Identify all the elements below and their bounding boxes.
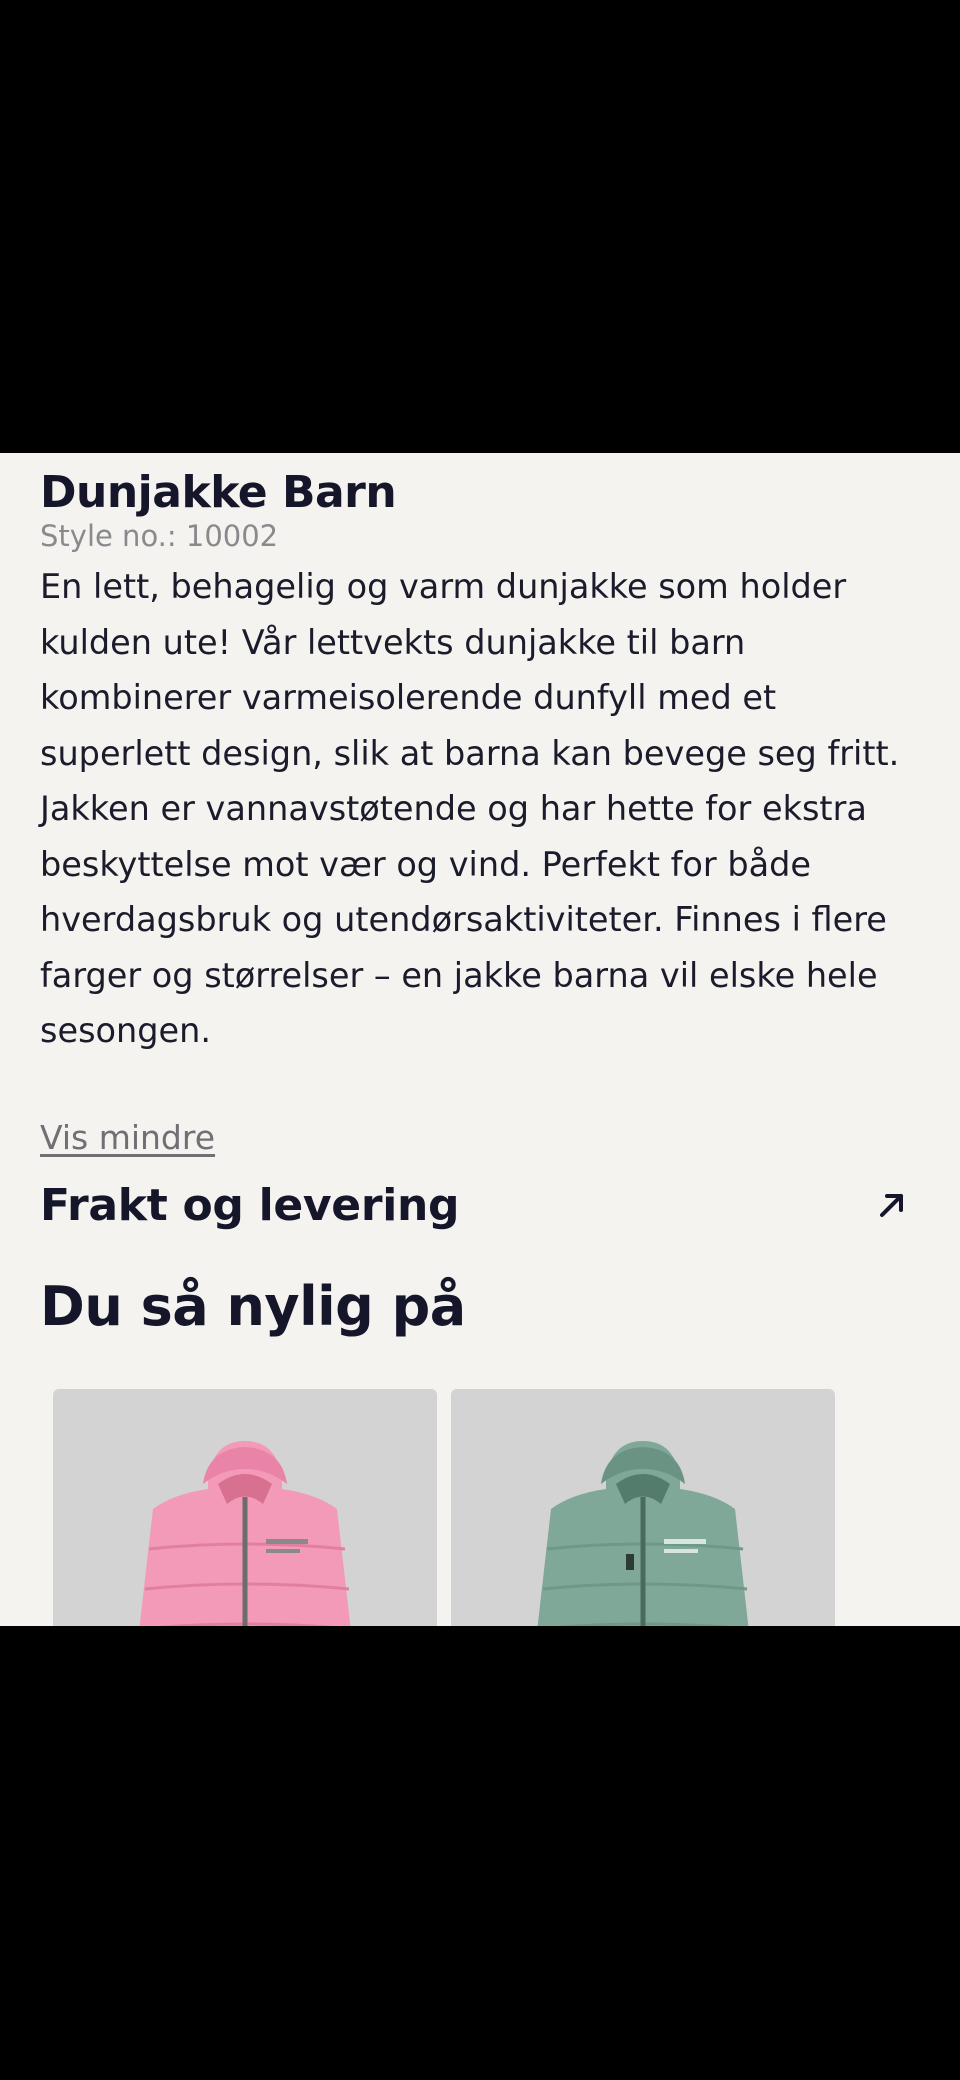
- product-details-panel: Dunjakke Barn Style no.: 10002 En lett, …: [0, 453, 960, 1626]
- product-image: [139, 1441, 351, 1626]
- bottom-letterbox: [0, 1626, 960, 2080]
- recently-viewed-heading: Du så nylig på: [40, 1275, 466, 1338]
- product-image: [537, 1441, 749, 1626]
- shipping-delivery-link[interactable]: Frakt og levering: [40, 1173, 910, 1237]
- arrow-up-right-icon: [874, 1187, 910, 1223]
- recently-viewed-card[interactable]: [53, 1389, 437, 1626]
- show-less-link[interactable]: Vis mindre: [40, 1118, 215, 1157]
- style-number: Style no.: 10002: [40, 519, 279, 553]
- recently-viewed-card[interactable]: [451, 1389, 835, 1626]
- top-letterbox: [0, 0, 960, 453]
- product-description: En lett, behagelig og varm dunjakke som …: [40, 567, 900, 1050]
- shipping-delivery-label: Frakt og levering: [40, 1179, 460, 1231]
- product-title: Dunjakke Barn: [40, 467, 397, 518]
